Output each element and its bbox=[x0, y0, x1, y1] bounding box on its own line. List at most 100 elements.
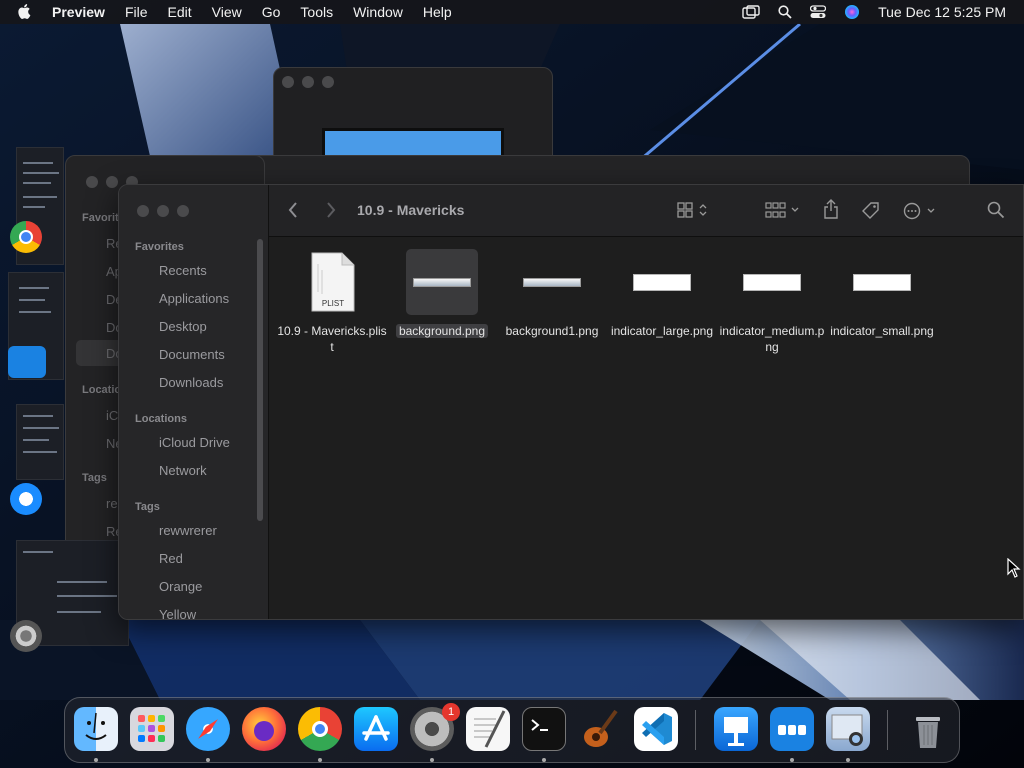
finder-file-area[interactable]: PLIST 10.9 - Mavericks.plist background.… bbox=[269, 237, 1023, 619]
dock-separator bbox=[887, 710, 888, 750]
sidebar-tag-yellow[interactable]: Yellow bbox=[159, 607, 196, 619]
file-item-indicator-large[interactable]: indicator_large.png bbox=[607, 249, 717, 339]
window-title: 10.9 - Mavericks bbox=[357, 202, 465, 218]
more-icon[interactable] bbox=[903, 201, 939, 226]
sidebar-scrollbar[interactable] bbox=[257, 239, 263, 521]
back-sidebar-heading-tags: Tags bbox=[82, 472, 107, 484]
share-icon[interactable] bbox=[823, 199, 839, 224]
back-icon[interactable] bbox=[287, 201, 299, 224]
mouse-cursor-icon bbox=[1007, 558, 1021, 578]
menu-tools[interactable]: Tools bbox=[300, 4, 333, 20]
file-name: 10.9 - Mavericks.plist bbox=[277, 324, 387, 354]
view-grid-icon[interactable] bbox=[677, 201, 713, 224]
sidebar-item-downloads[interactable]: Downloads bbox=[159, 375, 223, 390]
file-item-indicator-medium[interactable]: indicator_medium.png bbox=[717, 249, 827, 355]
menu-edit[interactable]: Edit bbox=[168, 4, 192, 20]
running-indicator bbox=[542, 758, 546, 762]
window-controls[interactable] bbox=[137, 205, 189, 217]
plist-badge: PLIST bbox=[322, 299, 344, 308]
sidebar-item-documents[interactable]: Documents bbox=[159, 347, 225, 362]
dock-instruments-icon[interactable] bbox=[578, 707, 622, 751]
minimize-button[interactable] bbox=[157, 205, 169, 217]
dock-chrome-icon[interactable] bbox=[298, 707, 342, 751]
file-item-background[interactable]: background.png bbox=[387, 249, 497, 339]
menu-bar: Preview File Edit View Go Tools Window H… bbox=[0, 0, 1024, 24]
file-item-indicator-small[interactable]: indicator_small.png bbox=[827, 249, 937, 339]
dock-safari-icon[interactable] bbox=[186, 707, 230, 751]
menu-file[interactable]: File bbox=[125, 4, 148, 20]
app-name[interactable]: Preview bbox=[52, 4, 105, 20]
running-indicator bbox=[94, 758, 98, 762]
finder-window: Favorites Recents Applications Desktop D… bbox=[118, 184, 1024, 620]
safari-icon bbox=[10, 483, 42, 515]
menu-window[interactable]: Window bbox=[353, 4, 403, 20]
image-file-icon bbox=[827, 249, 937, 315]
back-sidebar-item: re bbox=[106, 496, 118, 511]
dock-trash-icon[interactable] bbox=[906, 707, 950, 751]
sidebar-tag-rewwrerer[interactable]: rewwrerer bbox=[159, 523, 217, 538]
running-indicator bbox=[318, 758, 322, 762]
sidebar-tag-orange[interactable]: Orange bbox=[159, 579, 202, 594]
running-indicator bbox=[430, 758, 434, 762]
dock-launchpad-icon[interactable] bbox=[130, 707, 174, 751]
finder-toolbar: 10.9 - Mavericks bbox=[269, 185, 1023, 237]
image-file-icon bbox=[717, 249, 827, 315]
sidebar-item-network[interactable]: Network bbox=[159, 463, 207, 478]
display-icon[interactable] bbox=[742, 5, 760, 19]
file-item-plist[interactable]: PLIST 10.9 - Mavericks.plist bbox=[277, 249, 387, 355]
tag-icon[interactable] bbox=[861, 201, 881, 226]
control-center-icon[interactable] bbox=[810, 5, 827, 19]
file-name: indicator_medium.png bbox=[719, 324, 825, 354]
menu-go[interactable]: Go bbox=[262, 4, 281, 20]
menu-view[interactable]: View bbox=[212, 4, 242, 20]
window-thumbnail-safari[interactable] bbox=[16, 404, 64, 480]
sidebar-heading-tags: Tags bbox=[135, 501, 160, 513]
chrome-icon bbox=[10, 221, 42, 253]
search-icon[interactable] bbox=[778, 5, 792, 19]
mission-control-app-icon bbox=[8, 346, 46, 378]
sidebar-item-applications[interactable]: Applications bbox=[159, 291, 229, 306]
dock: 1 bbox=[64, 697, 960, 763]
apple-menu-icon[interactable] bbox=[18, 4, 36, 20]
sidebar-heading-locations: Locations bbox=[135, 413, 187, 425]
dock-preview-icon[interactable] bbox=[826, 707, 870, 751]
dock-terminal-icon[interactable] bbox=[522, 707, 566, 751]
plist-file-icon: PLIST bbox=[277, 249, 387, 315]
dock-app-store-icon[interactable] bbox=[354, 707, 398, 751]
image-file-icon bbox=[607, 249, 717, 315]
notification-badge: 1 bbox=[442, 703, 460, 721]
dock-mission-control-helper-icon[interactable] bbox=[770, 707, 814, 751]
back-sidebar-item: iC bbox=[106, 408, 119, 423]
sidebar-tag-red[interactable]: Red bbox=[159, 551, 183, 566]
running-indicator bbox=[790, 758, 794, 762]
image-file-icon bbox=[497, 249, 607, 315]
file-item-background1[interactable]: background1.png bbox=[497, 249, 607, 339]
group-icon[interactable] bbox=[765, 201, 803, 224]
back-sidebar-heading-favorites: Favorit bbox=[82, 212, 119, 224]
file-name: background.png bbox=[395, 324, 489, 338]
system-settings-icon bbox=[10, 620, 42, 652]
sidebar-item-icloud-drive[interactable]: iCloud Drive bbox=[159, 435, 230, 450]
menubar-clock[interactable]: Tue Dec 12 5:25 PM bbox=[878, 4, 1006, 20]
siri-icon[interactable] bbox=[844, 4, 860, 20]
finder-sidebar: Favorites Recents Applications Desktop D… bbox=[119, 185, 269, 619]
sidebar-item-desktop[interactable]: Desktop bbox=[159, 319, 207, 334]
search-icon[interactable] bbox=[987, 201, 1005, 224]
file-name: background1.png bbox=[505, 324, 599, 338]
sidebar-item-recents[interactable]: Recents bbox=[159, 263, 207, 278]
forward-icon[interactable] bbox=[325, 201, 337, 224]
close-button[interactable] bbox=[137, 205, 149, 217]
file-name: indicator_small.png bbox=[830, 324, 934, 338]
dock-textedit-icon[interactable] bbox=[466, 707, 510, 751]
dock-vscode-icon[interactable] bbox=[634, 707, 678, 751]
dock-system-settings-icon[interactable]: 1 bbox=[410, 703, 460, 751]
back-sidebar-heading-locations: Locatio bbox=[82, 384, 122, 396]
zoom-button[interactable] bbox=[177, 205, 189, 217]
dock-separator bbox=[695, 710, 696, 750]
dock-finder-icon[interactable] bbox=[74, 707, 118, 751]
file-name: indicator_large.png bbox=[610, 324, 714, 338]
dock-firefox-icon[interactable] bbox=[242, 707, 286, 751]
dock-keynote-icon[interactable] bbox=[714, 707, 758, 751]
running-indicator bbox=[846, 758, 850, 762]
menu-help[interactable]: Help bbox=[423, 4, 452, 20]
